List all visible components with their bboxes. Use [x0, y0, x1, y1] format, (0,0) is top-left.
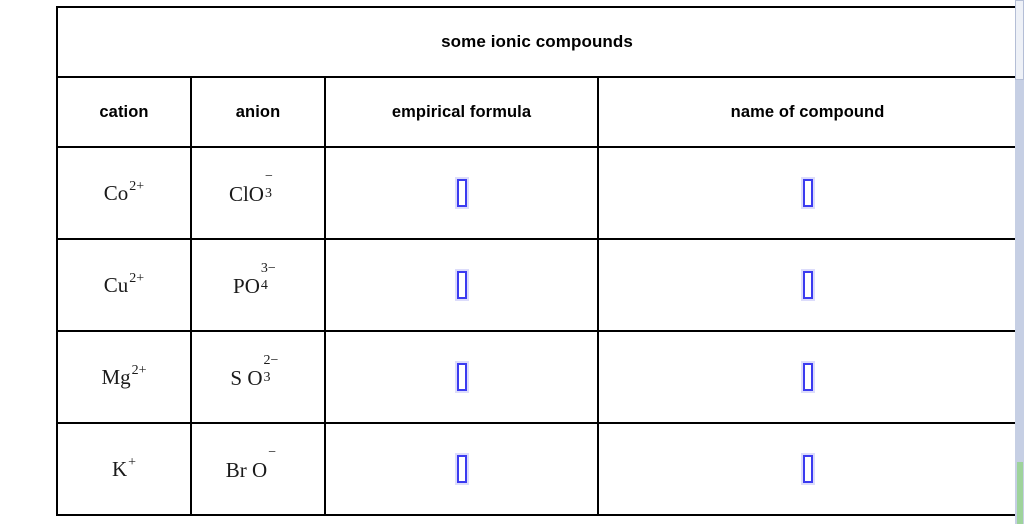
cell-name-of-compound[interactable] — [596, 330, 1019, 424]
cation-formula: Co2+ — [103, 178, 145, 205]
anion-formula: Br O − — [225, 445, 290, 482]
table-title-row: some ionic compounds — [55, 6, 1019, 78]
cell-cation: Cu2+ — [56, 238, 192, 332]
anion-base: ClO — [228, 182, 264, 206]
anion-base: PO — [233, 274, 260, 298]
anion-subscript: 3 — [263, 370, 271, 385]
missing-glyph-icon — [456, 363, 467, 391]
column-header-name-of-compound: name of compound — [596, 76, 1019, 148]
anion-charge: − — [268, 444, 277, 460]
cell-anion: S O 2− 3 — [190, 330, 326, 424]
anion-multiscript: 3− 4 — [260, 261, 283, 293]
missing-glyph-icon — [802, 363, 813, 391]
ionic-compounds-table: some ionic compounds cation anion empiri… — [55, 6, 1019, 516]
cation-formula: Cu2+ — [103, 270, 145, 297]
column-header-cation: cation — [56, 76, 192, 148]
cation-base: K — [111, 456, 128, 481]
missing-glyph-icon — [802, 271, 813, 299]
column-header-cation-label: cation — [99, 102, 149, 121]
cation-charge: + — [128, 454, 137, 470]
cell-anion: ClO −3 — [190, 146, 326, 240]
anion-multiscript: 2− 3 — [263, 353, 286, 385]
vertical-scrollbar-track[interactable] — [1015, 0, 1024, 524]
column-header-anion-label: anion — [235, 102, 281, 121]
column-header-anion: anion — [190, 76, 326, 148]
table-title-cell: some ionic compounds — [55, 6, 1019, 78]
cation-base: Mg — [101, 364, 131, 389]
cation-base: Co — [103, 180, 129, 205]
cell-anion: PO 3− 4 — [190, 238, 326, 332]
cell-empirical-formula[interactable] — [324, 422, 599, 516]
cell-cation: K+ — [56, 422, 192, 516]
missing-glyph-icon — [456, 179, 467, 207]
cell-cation: Co2+ — [56, 146, 192, 240]
table-header-row: cation anion empirical formula name of c… — [56, 76, 1019, 148]
missing-glyph-icon — [456, 455, 467, 483]
missing-glyph-icon — [456, 271, 467, 299]
anion-base: Br O — [225, 458, 268, 482]
cation-base: Cu — [103, 272, 129, 297]
cell-anion: Br O − — [190, 422, 326, 516]
vertical-scrollbar-thumb[interactable] — [1015, 0, 1024, 80]
missing-glyph-icon — [802, 455, 813, 483]
anion-charge: − — [264, 168, 273, 184]
cation-formula: Mg2+ — [101, 362, 147, 389]
table-row: Cu2+ PO 3− 4 — [56, 238, 1019, 332]
cell-empirical-formula[interactable] — [324, 238, 599, 332]
table-row: Co2+ ClO −3 — [56, 146, 1019, 240]
cell-empirical-formula[interactable] — [324, 146, 599, 240]
column-header-empirical-formula: empirical formula — [324, 76, 599, 148]
cell-empirical-formula[interactable] — [324, 330, 599, 424]
anion-multiscript: −3 — [264, 169, 287, 201]
anion-multiscript: − — [268, 445, 290, 477]
table-row: K+ Br O − — [56, 422, 1019, 516]
anion-subscript: 3 — [264, 186, 272, 201]
table-title: some ionic compounds — [441, 32, 633, 51]
anion-charge: 3− — [260, 260, 276, 276]
cation-charge: 2+ — [129, 270, 145, 286]
anion-charge: 2− — [263, 352, 279, 368]
cell-cation: Mg2+ — [56, 330, 192, 424]
missing-glyph-icon — [802, 179, 813, 207]
anion-base: S O — [230, 366, 263, 390]
cation-formula: K+ — [111, 454, 137, 481]
anion-formula: S O 2− 3 — [230, 353, 286, 390]
anion-subscript: 4 — [260, 278, 268, 293]
anion-formula: ClO −3 — [228, 169, 287, 206]
scrollbar-position-marker — [1017, 462, 1023, 524]
cell-name-of-compound[interactable] — [596, 238, 1019, 332]
column-header-empirical-formula-label: empirical formula — [391, 102, 532, 121]
column-header-name-of-compound-label: name of compound — [730, 102, 885, 121]
cation-charge: 2+ — [129, 178, 145, 194]
cell-name-of-compound[interactable] — [596, 146, 1019, 240]
cation-charge: 2+ — [131, 362, 147, 378]
table-row: Mg2+ S O 2− 3 — [56, 330, 1019, 424]
anion-formula: PO 3− 4 — [233, 261, 283, 298]
page-canvas: some ionic compounds cation anion empiri… — [0, 0, 1024, 524]
cell-name-of-compound[interactable] — [596, 422, 1019, 516]
